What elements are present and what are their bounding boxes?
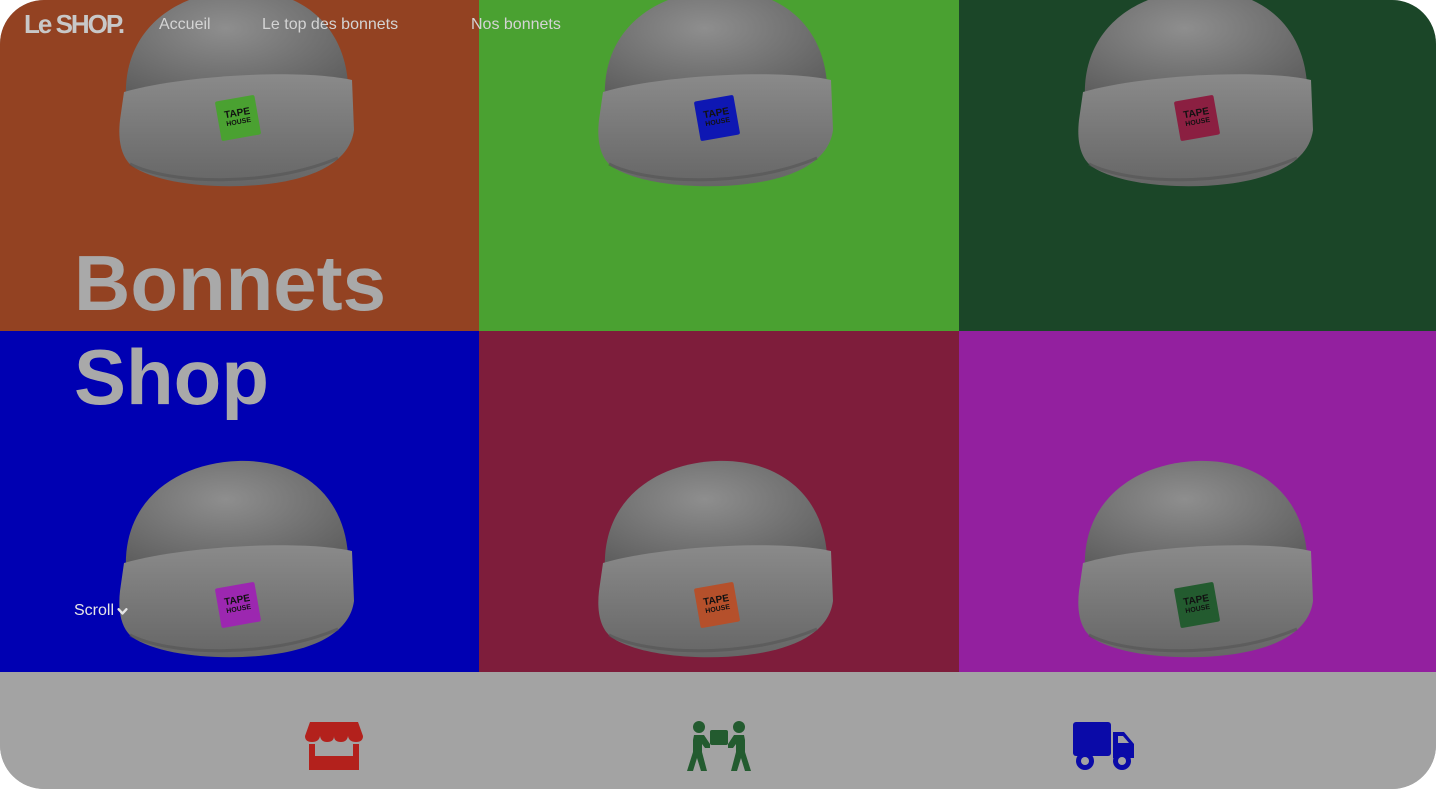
tape-house-label: TAPE HOUSE xyxy=(1173,94,1221,142)
tape-house-label: TAPE HOUSE xyxy=(693,94,741,142)
store-icon xyxy=(305,722,363,770)
nav-link-nos-bonnets[interactable]: Nos bonnets xyxy=(471,16,561,34)
nav-link-top-bonnets[interactable]: Le top des bonnets xyxy=(262,16,398,34)
nav-link-accueil[interactable]: Accueil xyxy=(159,16,211,34)
page-frame: TAPE HOUSE TAPE HOUSE TAPE HOUSE TAPE HOUSE … xyxy=(0,0,1436,789)
site-logo[interactable]: Le SHOP. xyxy=(24,9,125,40)
tape-house-label: TAPE HOUSE xyxy=(1173,581,1221,629)
tape-house-label: TAPE HOUSE xyxy=(214,94,262,142)
beanie-image: TAPE HOUSE xyxy=(597,459,837,659)
hero-title-line2: Shop xyxy=(74,333,269,421)
features-bar xyxy=(0,672,1436,789)
beanie-tile[interactable]: TAPE HOUSE xyxy=(959,331,1436,672)
top-nav: Le SHOP. Accueil Le top des bonnets Nos … xyxy=(0,0,1436,50)
chevron-down-icon xyxy=(117,607,128,615)
tape-house-label: TAPE HOUSE xyxy=(214,581,262,629)
hero-title-line1: Bonnets xyxy=(74,239,386,327)
beanie-image: TAPE HOUSE xyxy=(118,459,358,659)
truck-icon xyxy=(1073,722,1134,770)
beanie-tile[interactable]: TAPE HOUSE xyxy=(479,331,959,672)
people-carry-box-icon xyxy=(687,721,751,771)
beanie-image: TAPE HOUSE xyxy=(1077,459,1317,659)
tape-house-label: TAPE HOUSE xyxy=(693,581,741,629)
scroll-button[interactable]: Scroll xyxy=(74,602,128,620)
scroll-label: Scroll xyxy=(74,602,115,619)
hero-title: Bonnets Shop xyxy=(74,236,386,424)
